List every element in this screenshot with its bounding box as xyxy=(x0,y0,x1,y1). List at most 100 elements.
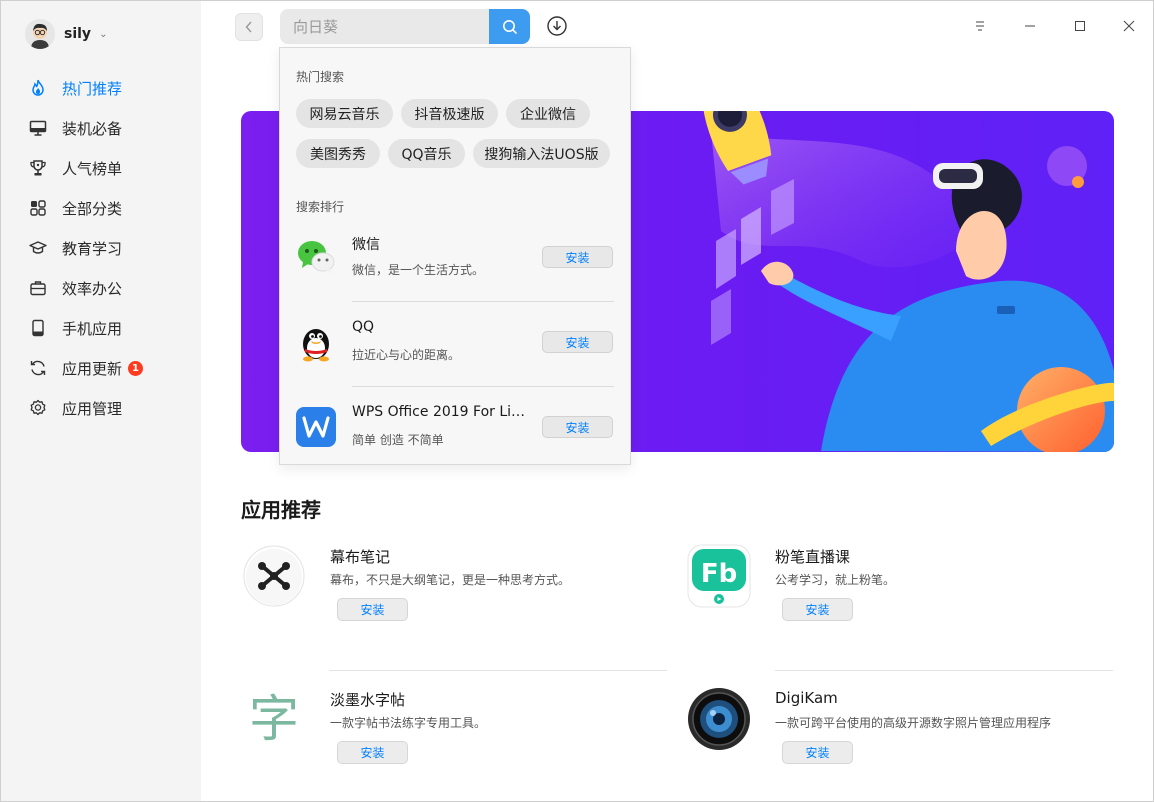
app-card[interactable]: Fb 粉笔直播课 公考学习，就上粉笔。 安装 xyxy=(687,544,1107,654)
briefcase-icon xyxy=(28,278,48,298)
search-suggestions-dropdown: 热门搜索 网易云音乐 抖音极速版 企业微信 美图秀秀 QQ音乐 搜狗输入法UOS… xyxy=(279,47,631,465)
camera-lens-icon xyxy=(687,687,751,751)
sidebar-item-categories[interactable]: 全部分类 xyxy=(1,188,201,228)
app-desc: 一款可跨平台使用的高级开源数字照片管理应用程序 xyxy=(775,716,1052,730)
app-desc: 一款字帖书法练字专用工具。 xyxy=(330,716,487,730)
sidebar-item-label: 应用更新 xyxy=(62,359,123,378)
sidebar-item-label: 教育学习 xyxy=(62,239,123,258)
app-name: DigiKam xyxy=(775,689,838,707)
sidebar-nav: 热门推荐 装机必备 人气榜单 全部分类 教育学习 效率办公 手机应用 应用更新 … xyxy=(1,68,201,428)
install-button[interactable]: 安装 xyxy=(782,741,853,764)
hamburger-menu-icon xyxy=(976,21,984,31)
chevron-down-icon: ⌄ xyxy=(99,28,108,40)
search-ranking-heading: 搜索排行 xyxy=(296,200,345,214)
sidebar-item-essentials[interactable]: 装机必备 xyxy=(1,108,201,148)
sidebar-item-label: 人气榜单 xyxy=(62,159,123,178)
section-title: 应用推荐 xyxy=(241,498,321,522)
install-button[interactable]: 安装 xyxy=(542,246,613,268)
app-name: 淡墨水字帖 xyxy=(330,691,406,709)
app-desc: 公考学习，就上粉笔。 xyxy=(775,573,896,587)
calligraphy-icon-glyph: 字 xyxy=(249,690,299,748)
app-card[interactable]: DigiKam 一款可跨平台使用的高级开源数字照片管理应用程序 安装 xyxy=(687,687,1107,797)
search-button[interactable] xyxy=(489,9,530,44)
trophy-icon xyxy=(28,158,48,178)
refresh-icon xyxy=(28,358,48,378)
sidebar-item-label: 效率办公 xyxy=(62,279,123,298)
ranking-item[interactable]: WPS Office 2019 For Li… 简单 创造 不简单 安装 xyxy=(280,392,630,477)
search-input[interactable] xyxy=(280,9,490,44)
sidebar-item-mobile[interactable]: 手机应用 xyxy=(1,308,201,348)
ranking-app-desc: 拉近心与心的距离。 xyxy=(352,348,461,362)
user-menu[interactable]: sily ⌄ xyxy=(25,18,107,50)
sidebar: sily ⌄ 热门推荐 装机必备 人气榜单 全部分类 教育学习 效率办公 手机应… xyxy=(1,1,201,801)
app-card[interactable]: 字 淡墨水字帖 一款字帖书法练字专用工具。 安装 xyxy=(242,687,662,797)
svg-text:Fb: Fb xyxy=(701,559,737,589)
ranking-app-desc: 简单 创造 不简单 xyxy=(352,433,444,447)
hot-search-chip[interactable]: 美图秀秀 xyxy=(296,139,380,168)
hot-search-chip[interactable]: 网易云音乐 xyxy=(296,99,393,128)
sidebar-item-label: 装机必备 xyxy=(62,119,123,138)
sidebar-item-education[interactable]: 教育学习 xyxy=(1,228,201,268)
ranking-app-name: QQ xyxy=(352,319,375,335)
minimize-icon xyxy=(1025,25,1035,27)
app-desc: 幕布，不只是大纲笔记，更是一种思考方式。 xyxy=(330,573,571,587)
update-count-badge: 1 xyxy=(128,360,144,376)
divider xyxy=(329,670,667,671)
sidebar-item-label: 全部分类 xyxy=(62,199,123,218)
ranking-item[interactable]: QQ 拉近心与心的距离。 安装 xyxy=(280,307,630,392)
sidebar-item-manage[interactable]: 应用管理 xyxy=(1,388,201,428)
minimize-button[interactable] xyxy=(1018,14,1042,38)
divider xyxy=(352,386,614,387)
menu-button[interactable] xyxy=(968,14,992,38)
install-button[interactable]: 安装 xyxy=(542,416,613,438)
sidebar-item-updates[interactable]: 应用更新 1 xyxy=(1,348,201,388)
hot-search-chip[interactable]: 搜狗输入法UOS版 xyxy=(473,139,610,168)
install-button[interactable]: 安装 xyxy=(337,741,408,764)
flame-icon xyxy=(28,78,48,98)
install-button[interactable]: 安装 xyxy=(542,331,613,353)
maximize-button[interactable] xyxy=(1068,14,1092,38)
hot-search-chip[interactable]: 企业微信 xyxy=(506,99,590,128)
settings-icon xyxy=(28,398,48,418)
download-button[interactable] xyxy=(546,15,568,37)
sidebar-item-label: 手机应用 xyxy=(62,319,123,338)
back-button[interactable] xyxy=(235,13,263,41)
close-button[interactable] xyxy=(1117,14,1141,38)
download-icon xyxy=(547,16,567,36)
ranking-item[interactable]: 微信 微信，是一个生活方式。 安装 xyxy=(280,222,630,307)
hot-search-heading: 热门搜索 xyxy=(296,70,345,84)
monitor-icon xyxy=(28,118,48,138)
divider xyxy=(352,301,614,302)
phone-icon xyxy=(28,318,48,338)
hot-search-chip[interactable]: QQ音乐 xyxy=(388,139,465,168)
search-icon xyxy=(502,19,517,34)
search-box xyxy=(280,9,530,44)
install-button[interactable]: 安装 xyxy=(782,598,853,621)
fenbi-icon: Fb xyxy=(687,544,751,608)
app-store-window: sily ⌄ 热门推荐 装机必备 人气榜单 全部分类 教育学习 效率办公 手机应… xyxy=(0,0,1154,802)
calligraphy-icon: 字 xyxy=(242,687,306,751)
app-name: 粉笔直播课 xyxy=(775,548,851,566)
install-button[interactable]: 安装 xyxy=(337,598,408,621)
wps-icon xyxy=(296,407,336,447)
mubu-icon xyxy=(242,544,306,608)
sidebar-item-office[interactable]: 效率办公 xyxy=(1,268,201,308)
titlebar xyxy=(201,1,1153,51)
sidebar-item-label: 应用管理 xyxy=(62,399,123,418)
divider xyxy=(775,670,1113,671)
chevron-left-icon xyxy=(245,21,252,33)
close-icon xyxy=(1123,20,1135,32)
sidebar-item-ranking[interactable]: 人气榜单 xyxy=(1,148,201,188)
ranking-app-name: WPS Office 2019 For Li… xyxy=(352,404,526,420)
hot-search-chip[interactable]: 抖音极速版 xyxy=(401,99,498,128)
wechat-icon xyxy=(296,237,336,277)
ranking-app-desc: 微信，是一个生活方式。 xyxy=(352,263,485,277)
app-card[interactable]: 幕布笔记 幕布，不只是大纲笔记，更是一种思考方式。 安装 xyxy=(242,544,662,654)
maximize-icon xyxy=(1075,21,1085,31)
user-name: sily xyxy=(64,26,92,42)
ranking-app-name: 微信 xyxy=(352,237,380,253)
app-name: 幕布笔记 xyxy=(330,548,391,566)
sidebar-item-hot[interactable]: 热门推荐 xyxy=(1,68,201,108)
qq-penguin-icon xyxy=(296,322,336,362)
graduation-cap-icon xyxy=(28,238,48,258)
